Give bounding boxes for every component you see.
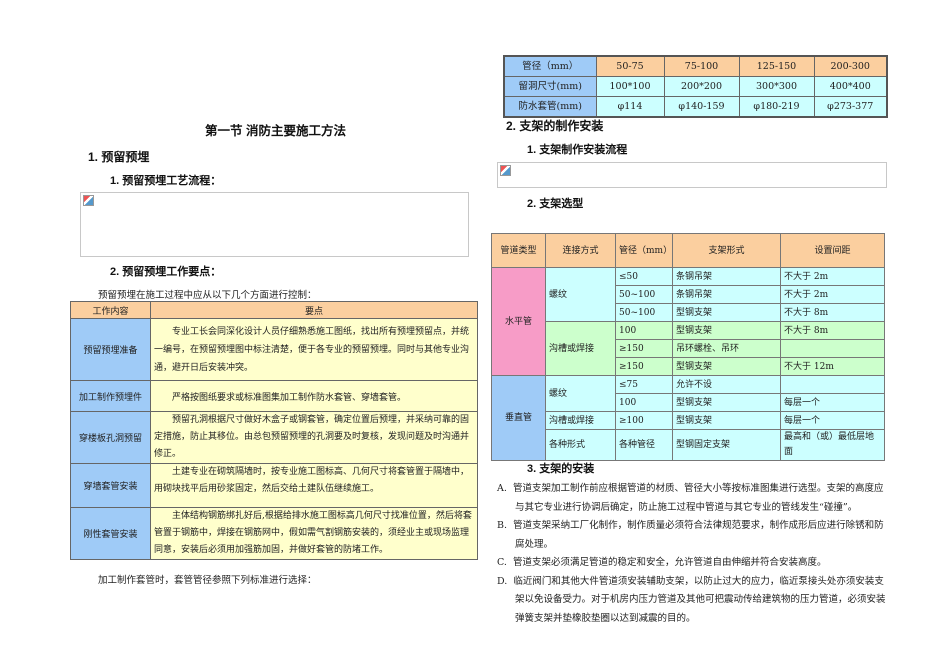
support-selection-table: 管道类型 连接方式 管径（mm） 支架形式 设置间距 水平管 螺纹 ≤50 条钢吊架 不大于 2… — [491, 233, 885, 461]
row-label: 留洞尺寸(mm) — [503, 76, 597, 97]
cell: 条钢吊架 — [672, 285, 781, 304]
connection: 各种形式 — [545, 429, 616, 461]
support-flow-image-placeholder — [497, 162, 887, 188]
cell — [780, 375, 885, 394]
heading-2-2: 2. 支架选型 — [527, 198, 584, 210]
flowchart-image-placeholder — [80, 192, 469, 257]
cell: 允许不设 — [672, 375, 781, 394]
broken-image-icon — [500, 165, 511, 176]
cell: ≤50 — [615, 267, 673, 286]
cell: 每层一个 — [780, 393, 885, 412]
cell: ≥150 — [615, 357, 673, 376]
cell: 型钢支架 — [672, 357, 781, 376]
cell: ≥100 — [615, 411, 673, 430]
pipe-type: 水平管 — [491, 267, 546, 376]
list-item: D. 临近阀门和其他大件管道须安装辅助支架，以防止过大的应力，临近泵接头处亦须安… — [497, 575, 886, 624]
section-title: 第一节 消防主要施工方法 — [205, 124, 346, 138]
install-list: A. 管道支架加工制作前应根据管道的材质、管径大小等按标准图集进行选型。支架的高… — [497, 480, 892, 628]
cell: 不大于 8m — [780, 303, 885, 322]
row-text: 专业工长会同深化设计人员仔细熟悉施工图纸，找出所有预埋预留点，并统一编号，在预留… — [150, 318, 478, 381]
cell: 100 — [615, 321, 673, 340]
cell: 50~100 — [615, 303, 673, 322]
cell: 不大于 12m — [780, 357, 885, 376]
cell: 条钢吊架 — [672, 267, 781, 286]
cell: 200-300 — [813, 55, 888, 77]
heading-2-1: 1. 支架制作安装流程 — [527, 144, 628, 156]
row-label: 刚性套管安装 — [70, 507, 151, 560]
connection: 沟槽或焊接 — [545, 411, 616, 430]
col-header: 管径（mm） — [615, 233, 673, 268]
connection: 沟槽或焊接 — [545, 321, 616, 376]
cell: 型钢支架 — [672, 393, 781, 412]
cell: 每层一个 — [780, 411, 885, 430]
col-header: 管道类型 — [491, 233, 546, 268]
col-header: 要点 — [150, 301, 478, 319]
col-header: 设置间距 — [780, 233, 885, 268]
cell: 最高和（或）最低层地面 — [780, 429, 885, 461]
col-header: 支架形式 — [672, 233, 781, 268]
row-label: 加工制作预埋件 — [70, 380, 151, 412]
row-text: 土建专业在砌筑隔墙时，按专业施工图标高、几何尺寸将套管置于隔墙中，用砌块找平后用… — [150, 463, 478, 508]
row-text: 预留孔洞根据尺寸做好木盒子或钢套管，确定位置后预埋，并采纳可靠的固定措施，防止其… — [150, 411, 478, 464]
sleeve-size-table: 管径（mm） 50-75 75-100 125-150 200-300 留洞尺寸(mm)… — [503, 55, 888, 118]
row-label: 管径（mm） — [503, 55, 597, 77]
cell: 型钢支架 — [672, 411, 781, 430]
footer-text: 加工制作套管时，套管管径参照下列标准进行选择： — [98, 575, 317, 586]
row-label: 防水套管(mm) — [503, 96, 597, 118]
cell — [780, 339, 885, 358]
row-label: 预留预埋准备 — [70, 318, 151, 381]
cell: ≥150 — [615, 339, 673, 358]
cell: 型钢支架 — [672, 321, 781, 340]
cell: 200*200 — [663, 76, 740, 97]
heading-2-3: 3. 支架的安装 — [527, 463, 595, 475]
col-header: 工作内容 — [70, 301, 151, 319]
cell: 吊环螺栓、吊环 — [672, 339, 781, 358]
heading-2: 2. 支架的制作安装 — [506, 119, 604, 133]
connection: 螺纹 — [545, 375, 616, 412]
cell: φ140-159 — [663, 96, 740, 118]
cell: 50~100 — [615, 285, 673, 304]
cell: 型钢支架 — [672, 303, 781, 322]
heading-1-2: 2. 预留预埋工作要点： — [110, 266, 222, 278]
cell: 不大于 2m — [780, 285, 885, 304]
row-text: 主体结构钢筋绑扎好后,根据给排水施工图标高几何尺寸找准位置，然后将套管置于钢筋中… — [150, 507, 478, 560]
cell: 各种管径 — [615, 429, 673, 461]
cell: ≤75 — [615, 375, 673, 394]
row-label: 穿楼板孔洞预留 — [70, 411, 151, 464]
embedding-table: 工作内容 要点 预留预埋准备 专业工长会同深化设计人员仔细熟悉施工图纸，找出所有预埋… — [70, 301, 478, 560]
list-item: B. 管道支架采纳工厂化制作，制作质量必须符合法律规范要求，制作成形后应进行除锈… — [497, 520, 884, 550]
row-text: 严格按图纸要求或标准图集加工制作防水套管、穿墙套管。 — [150, 380, 478, 412]
pipe-type: 垂直管 — [491, 375, 546, 461]
cell: 50-75 — [595, 55, 665, 77]
cell: 75-100 — [663, 55, 740, 77]
list-item: A. 管道支架加工制作前应根据管道的材质、管径大小等按标准图集进行选型。支架的高… — [497, 483, 884, 513]
intro-text: 预留预埋在施工过程中应从以下几个方面进行控制： — [98, 290, 317, 301]
cell: 400*400 — [813, 76, 888, 97]
heading-1: 1. 预留预埋 — [88, 150, 150, 164]
cell: 100*100 — [595, 76, 665, 97]
cell: 型钢固定支架 — [672, 429, 781, 461]
list-item: C. 管道支架必须满足管道的稳定和安全，允许管道自由伸缩并符合安装高度。 — [497, 557, 827, 568]
connection: 螺纹 — [545, 267, 616, 322]
row-label: 穿墙套管安装 — [70, 463, 151, 508]
col-header: 连接方式 — [545, 233, 616, 268]
cell: 不大于 2m — [780, 267, 885, 286]
cell: 不大于 8m — [780, 321, 885, 340]
cell: φ180-219 — [738, 96, 815, 118]
cell: φ273-377 — [813, 96, 888, 118]
cell: φ114 — [595, 96, 665, 118]
cell: 125-150 — [738, 55, 815, 77]
cell: 300*300 — [738, 76, 815, 97]
heading-1-1: 1. 预留预埋工艺流程： — [110, 175, 222, 187]
broken-image-icon — [83, 195, 94, 206]
cell: 100 — [615, 393, 673, 412]
